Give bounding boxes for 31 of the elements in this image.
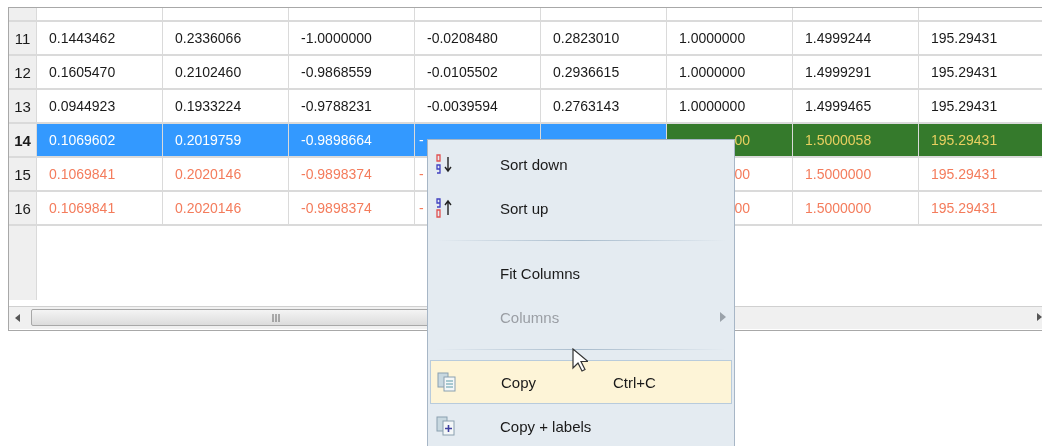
table-cell: -0.0105502 [415,56,541,90]
table-cell: 0.2102460 [163,56,289,90]
table-cell: 0.2936615 [541,56,667,90]
table-cell: 195.29431 [919,56,1042,90]
table-cell: 0.1443462 [37,22,163,56]
table-cell: 0.1069841 [37,192,163,226]
table-cell: 1.4999244 [793,22,919,56]
table-cell: 1.5000058 [793,124,919,158]
table-cell: 195.29431 [919,22,1042,56]
table-cell: 0.1069841 [37,158,163,192]
table-cell: 0.2823010 [541,22,667,56]
table-cell: 0.2020146 [163,158,289,192]
table-cell: 0.2336066 [163,22,289,56]
table-cell: 195.29431 [919,158,1042,192]
table-cell: -0.9898374 [289,192,415,226]
table-cell: 0.2019759 [163,124,289,158]
table-cell: 0.2020146 [163,192,289,226]
table-cell: 0.1069602 [37,124,163,158]
table-cell: -0.0208480 [415,22,541,56]
table-cell: -0.9898664 [289,124,415,158]
table-cell: -0.9898374 [289,158,415,192]
table-cell: 1.5000000 [793,192,919,226]
table-cell: 1.0000000 [667,56,793,90]
table-cell: 195.29431 [919,124,1042,158]
table-cell: 1.4999291 [793,56,919,90]
table-cell: 1.0000000 [667,22,793,56]
table-cell: 195.29431 [919,192,1042,226]
table-cell: -1.0000000 [289,22,415,56]
table-cell: -0.9868559 [289,56,415,90]
table-cell: 0.1605470 [37,56,163,90]
table-cell: 1.5000000 [793,158,919,192]
